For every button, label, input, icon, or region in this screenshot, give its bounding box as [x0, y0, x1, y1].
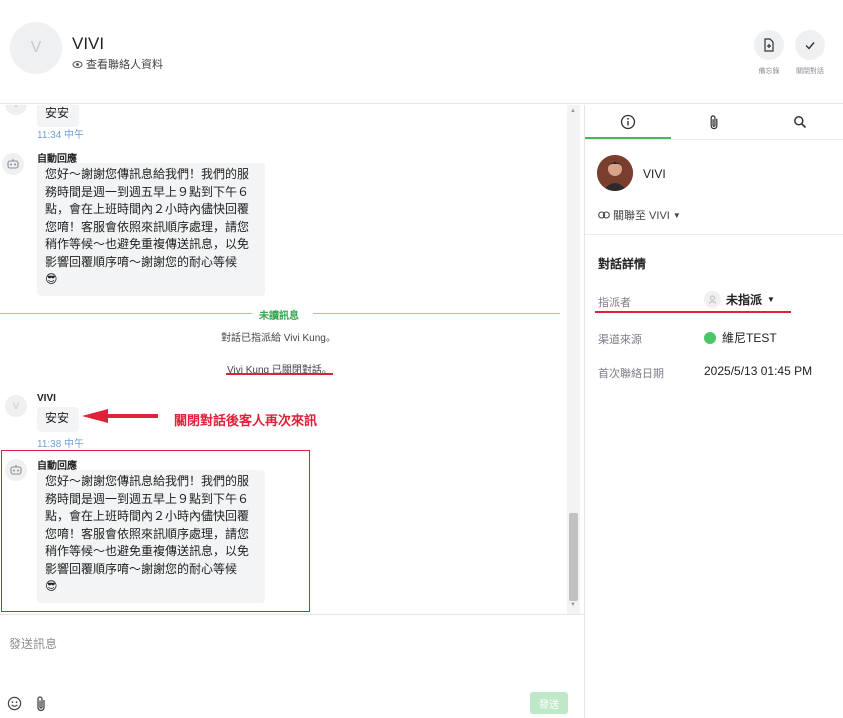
- assignee-dropdown[interactable]: 未指派 ▼: [704, 291, 775, 308]
- tab-search[interactable]: [757, 105, 843, 139]
- attachment-icon: [710, 115, 718, 130]
- bubble-line: 影響回覆順序唷～謝謝您的耐心等候: [45, 254, 238, 269]
- first-contact-label: 首次聯絡日期: [598, 368, 664, 380]
- contact-photo-image: [597, 155, 633, 191]
- tab-bar-border: [585, 139, 843, 140]
- message-time: 11:34 中午: [37, 130, 85, 141]
- contact-name-panel: VIVI: [643, 167, 666, 181]
- customer-avatar: V: [5, 395, 27, 417]
- link-contact-dropdown[interactable]: 關聯至 VIVI ▼: [598, 207, 681, 223]
- view-profile-label: 查看聯絡人資料: [86, 59, 163, 71]
- chevron-down-icon: ▼: [767, 295, 775, 304]
- memo-label: 備忘錄: [758, 68, 780, 75]
- chevron-down-icon: ▼: [672, 210, 681, 220]
- annotation-arrow: [82, 409, 158, 423]
- emoji-icon[interactable]: [7, 696, 22, 711]
- unread-label: 未讀訊息: [259, 311, 299, 322]
- sender-name: VIVI: [37, 393, 56, 404]
- bubble-line: 稍作等候～也避免重複傳送訊息，以免: [45, 237, 250, 251]
- scroll-down-arrow[interactable]: ▼: [570, 602, 576, 608]
- bubble-line: 您好～謝謝您傳訊息給我們！我們的服: [45, 167, 250, 181]
- closed-message-underline: [226, 373, 333, 375]
- section-divider: [585, 234, 843, 235]
- bot-avatar: [2, 153, 24, 175]
- tab-info[interactable]: [585, 105, 671, 139]
- auto-reply-bubble: 您好～謝謝您傳訊息給我們！我們的服 務時間是週一到週五早上９點到下午６ 點，會在…: [37, 163, 265, 296]
- view-profile-link[interactable]: 查看聯絡人資料: [72, 56, 163, 72]
- user-icon: [704, 291, 721, 308]
- first-contact-value: 2025/5/13 01:45 PM: [704, 364, 813, 378]
- unread-divider-right: [313, 313, 560, 314]
- contact-name: VIVI: [72, 34, 105, 53]
- assignee-label: 指派者: [598, 297, 631, 309]
- message-input[interactable]: 發送訊息: [9, 635, 57, 652]
- message-bubble: 安安: [37, 105, 79, 127]
- annotation-text: 關閉對話後客人再次來訊: [174, 413, 318, 428]
- link-icon: [598, 211, 610, 219]
- message-composer[interactable]: 發送訊息 發送: [0, 614, 585, 718]
- section-title: 對話詳情: [598, 257, 647, 271]
- contact-photo: [597, 155, 633, 191]
- highlight-box: [1, 450, 310, 612]
- channel-value: 維尼TEST: [722, 331, 777, 345]
- scroll-thumb[interactable]: [569, 513, 578, 601]
- scroll-up-arrow[interactable]: ▲: [570, 108, 576, 114]
- sunglasses-emoji: 😎: [45, 272, 58, 286]
- conversation-header: V VIVI 查看聯絡人資料 備忘錄 關閉對話: [0, 0, 843, 104]
- memo-icon: [764, 38, 774, 52]
- robot-icon: [7, 159, 19, 169]
- bubble-line: 您唷！客服會依照來訊順序處理，請您: [45, 219, 250, 234]
- close-conversation-label: 關閉對話: [796, 68, 824, 75]
- attachment-icon[interactable]: [35, 695, 47, 712]
- system-message-assigned: 對話已指派給 Vivi Kung。: [221, 333, 336, 344]
- close-conversation-button[interactable]: [795, 30, 825, 60]
- contact-avatar[interactable]: V: [10, 22, 62, 74]
- chat-messages: V 安安 11:34 中午 自動回應 您好～謝謝您傳訊息給我們！我們的服 務時間…: [0, 105, 585, 614]
- search-icon: [794, 116, 807, 129]
- assignee-underline: [595, 311, 791, 313]
- channel-label: 渠道來源: [598, 334, 642, 346]
- details-panel: VIVI 關聯至 VIVI ▼ 對話詳情 指派者 未指派 ▼ 渠道來源 維尼TE…: [585, 105, 843, 718]
- bubble-line: 點，會在上班時間內２小時內儘快回覆: [45, 202, 250, 216]
- unread-divider-left: [0, 313, 252, 314]
- chat-scrollbar[interactable]: ▲ ▼: [567, 105, 580, 614]
- info-icon: [620, 114, 636, 130]
- eye-icon: [72, 60, 83, 68]
- bubble-line: 務時間是週一到週五早上９點到下午６: [45, 184, 250, 199]
- channel-source: 維尼TEST: [704, 329, 777, 346]
- memo-button[interactable]: [754, 30, 784, 60]
- link-contact-label: 關聯至 VIVI: [613, 210, 670, 222]
- channel-icon: [704, 331, 716, 344]
- message-bubble: 安安: [37, 407, 79, 432]
- tab-attachments[interactable]: [671, 105, 757, 139]
- check-icon: [805, 42, 815, 50]
- message-time: 11:38 中午: [37, 439, 85, 450]
- assignee-value: 未指派: [726, 293, 763, 307]
- send-button[interactable]: 發送: [530, 692, 568, 714]
- customer-avatar: V: [5, 105, 27, 115]
